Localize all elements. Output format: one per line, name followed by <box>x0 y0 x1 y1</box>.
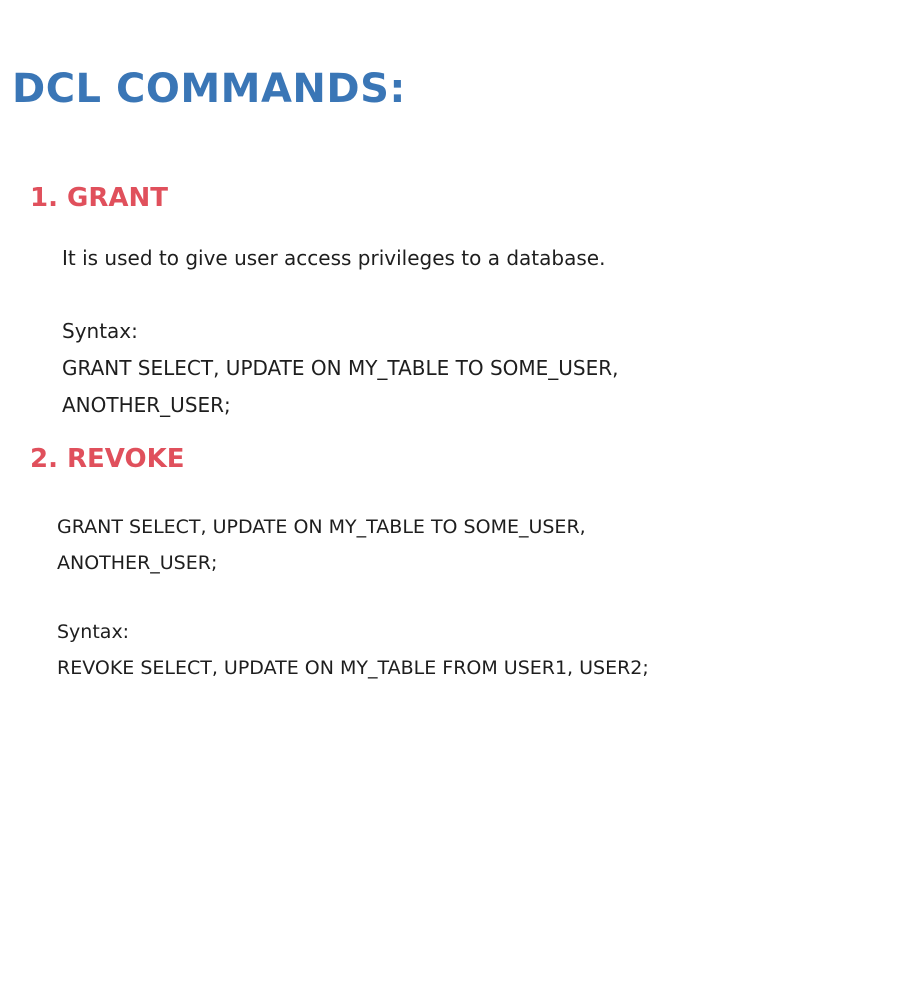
grant-syntax-line: GRANT SELECT, UPDATE ON MY_TABLE TO SOME… <box>62 356 619 380</box>
grant-syntax-line: ANOTHER_USER; <box>62 393 231 417</box>
grant-description: It is used to give user access privilege… <box>62 246 606 270</box>
grant-syntax-label: Syntax: <box>62 319 138 343</box>
revoke-description-block: GRANT SELECT, UPDATE ON MY_TABLE TO SOME… <box>57 509 586 581</box>
revoke-description-line: ANOTHER_USER; <box>57 552 218 574</box>
revoke-syntax-label: Syntax: <box>57 621 130 643</box>
revoke-syntax-block: Syntax: REVOKE SELECT, UPDATE ON MY_TABL… <box>57 614 649 686</box>
grant-syntax-block: Syntax: GRANT SELECT, UPDATE ON MY_TABLE… <box>62 313 619 424</box>
section-heading-grant: 1. GRANT <box>30 183 168 213</box>
revoke-description-line: GRANT SELECT, UPDATE ON MY_TABLE TO SOME… <box>57 516 586 538</box>
page-title: DCL COMMANDS: <box>12 66 406 112</box>
section-heading-revoke: 2. REVOKE <box>30 444 185 474</box>
revoke-syntax-line: REVOKE SELECT, UPDATE ON MY_TABLE FROM U… <box>57 657 649 679</box>
